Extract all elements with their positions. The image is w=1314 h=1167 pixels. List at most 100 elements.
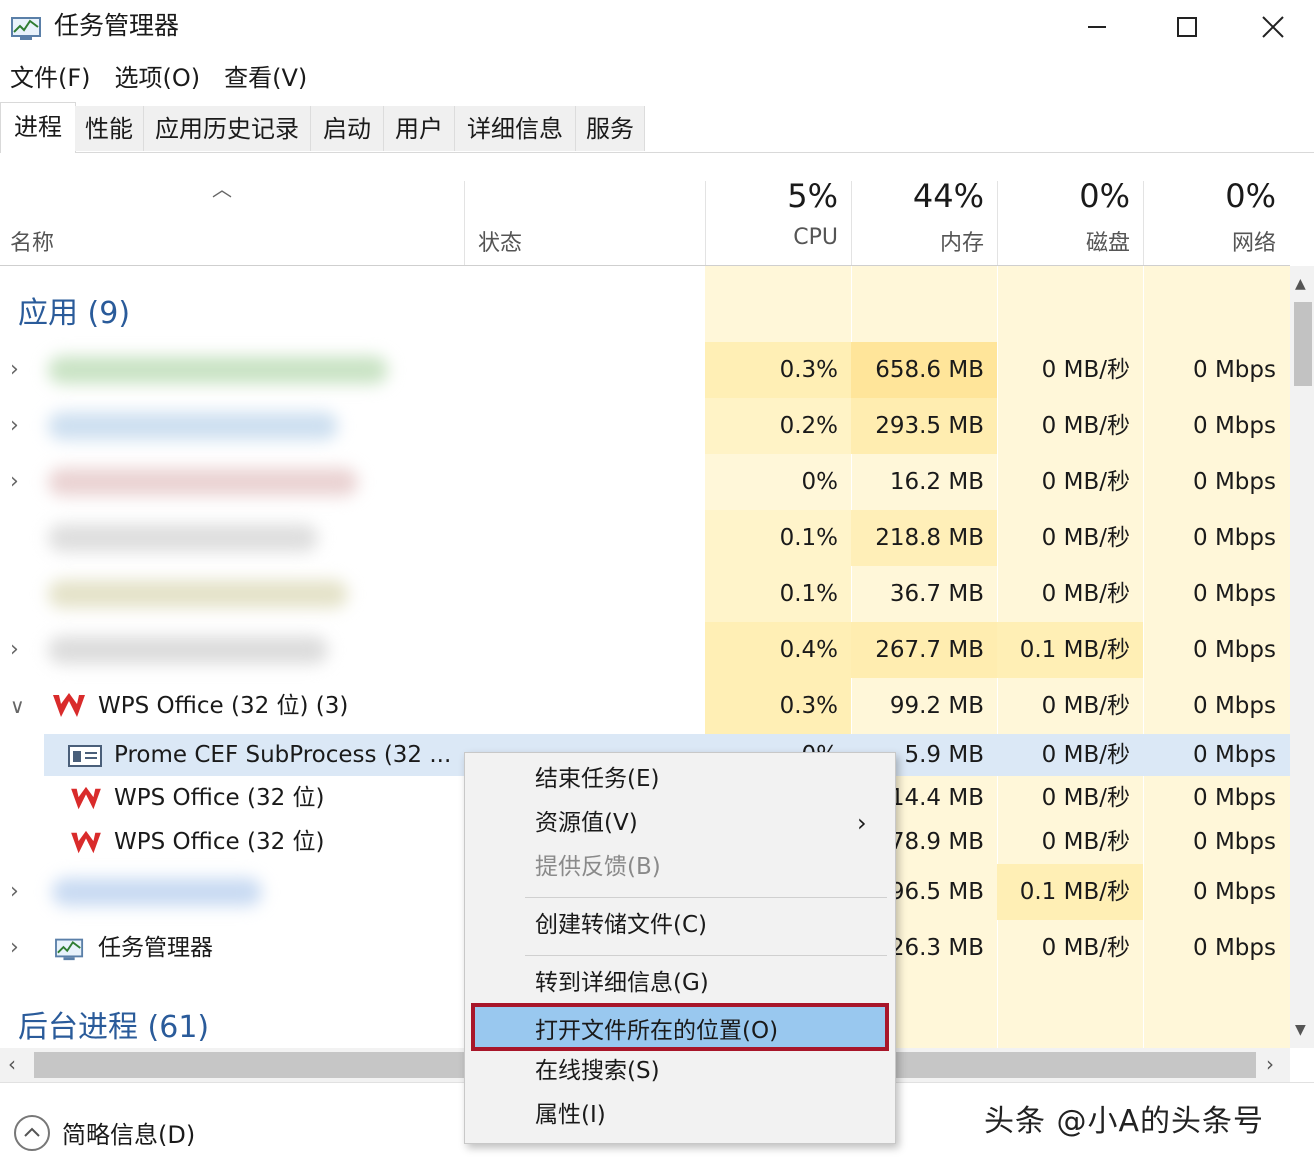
cpu-value: 0.3% (779, 357, 838, 383)
column-disk[interactable]: 磁盘 (998, 225, 1130, 257)
minimize-icon (1088, 26, 1106, 28)
network-value: 0 Mbps (1193, 693, 1276, 719)
menu-item-create-dump[interactable]: 创建转储文件(C) (465, 903, 895, 947)
menu-item-label: 提供反馈(B) (535, 854, 661, 880)
cpu-value: 0.2% (779, 413, 838, 439)
tab-processes[interactable]: 进程 (0, 102, 76, 154)
memory-value: 218.8 MB (875, 525, 984, 551)
column-status[interactable]: 状态 (478, 225, 522, 257)
network-value: 0 Mbps (1193, 637, 1276, 663)
tab-app-history[interactable]: 应用历史记录 (144, 106, 311, 151)
wps-icon (52, 692, 86, 724)
cpu-value: 0% (801, 469, 839, 495)
network-value: 0 Mbps (1193, 785, 1276, 811)
table-row[interactable]: 0.1% 36.7 MB 0 MB/秒 0 Mbps (0, 566, 1290, 622)
network-value: 0 Mbps (1193, 469, 1276, 495)
maximize-button[interactable] (1142, 0, 1232, 54)
menu-item-label: 属性(I) (535, 1102, 606, 1128)
minimize-button[interactable] (1052, 0, 1142, 54)
window-title: 任务管理器 (54, 11, 180, 40)
disk-value: 0.1 MB/秒 (1019, 879, 1130, 905)
tab-bar: 进程 性能 应用历史记录 启动 用户 详细信息 服务 (0, 102, 1314, 154)
disk-value: 0 MB/秒 (1041, 525, 1130, 551)
table-row[interactable]: › 0.4% 267.7 MB 0.1 MB/秒 0 Mbps (0, 622, 1290, 678)
scroll-left-icon[interactable]: ‹ (8, 1052, 16, 1076)
column-network-pct[interactable]: 0% (1144, 177, 1276, 215)
menu-item-label: 打开文件所在的位置(O) (535, 1018, 779, 1044)
column-memory[interactable]: 内存 (852, 225, 984, 257)
close-icon (1262, 16, 1284, 38)
menu-options[interactable]: 选项(O) (105, 56, 215, 100)
chevron-right-icon[interactable]: › (10, 920, 19, 976)
disk-value: 0 MB/秒 (1041, 935, 1130, 961)
disk-value: 0 MB/秒 (1041, 693, 1130, 719)
disk-value: 0 MB/秒 (1041, 357, 1130, 383)
scroll-down-icon[interactable]: ▼ (1295, 1022, 1306, 1038)
table-row[interactable]: 0.1% 218.8 MB 0 MB/秒 0 Mbps (0, 510, 1290, 566)
window-app-icon (68, 745, 102, 771)
network-value: 0 Mbps (1193, 742, 1276, 768)
chevron-right-icon[interactable]: › (10, 342, 19, 398)
menu-file[interactable]: 文件(F) (0, 56, 105, 100)
memory-value: 267.7 MB (875, 637, 984, 663)
context-menu: 结束任务(E) 资源值(V) › 提供反馈(B) 创建转储文件(C) 转到详细信息… (464, 752, 896, 1144)
cpu-value: 0.1% (779, 581, 838, 607)
wps-icon (70, 830, 102, 860)
process-name: WPS Office (32 位) (114, 785, 325, 811)
table-row-wps-group[interactable]: ∨ WPS Office (32 位) (3) 0.3% 99.2 MB 0 M… (0, 678, 1290, 734)
disk-value: 0 MB/秒 (1041, 413, 1130, 439)
menu-view[interactable]: 查看(V) (214, 56, 321, 100)
cpu-value: 0.3% (779, 693, 838, 719)
process-name: 任务管理器 (98, 935, 213, 961)
chevron-down-icon[interactable]: ∨ (10, 678, 25, 734)
menu-item-label: 创建转储文件(C) (535, 912, 708, 938)
menu-item-end-task[interactable]: 结束任务(E) (465, 757, 895, 801)
column-name[interactable]: 名称 (10, 225, 54, 257)
chevron-right-icon[interactable]: › (10, 622, 19, 678)
title-bar: 任务管理器 (0, 0, 1314, 54)
disk-value: 0 MB/秒 (1041, 829, 1130, 855)
disk-value: 0 MB/秒 (1041, 581, 1130, 607)
menu-item-resource-values[interactable]: 资源值(V) › (465, 801, 895, 845)
task-manager-icon (54, 934, 86, 966)
menu-item-label: 资源值(V) (535, 810, 638, 836)
table-row[interactable]: › 0% 16.2 MB 0 MB/秒 0 Mbps (0, 454, 1290, 510)
chevron-right-icon[interactable]: › (10, 454, 19, 510)
table-row[interactable]: › 0.3% 658.6 MB 0 MB/秒 0 Mbps (0, 342, 1290, 398)
column-network[interactable]: 网络 (1144, 225, 1276, 257)
chevron-up-circle-icon[interactable] (14, 1115, 50, 1151)
column-cpu-pct[interactable]: 5% (706, 177, 838, 215)
column-cpu[interactable]: CPU (706, 225, 838, 250)
tab-startup[interactable]: 启动 (311, 106, 384, 151)
menu-item-properties[interactable]: 属性(I) (465, 1093, 895, 1137)
tab-details[interactable]: 详细信息 (455, 106, 576, 151)
column-disk-pct[interactable]: 0% (998, 177, 1130, 215)
menu-item-open-file-location[interactable]: 打开文件所在的位置(O) (471, 1003, 889, 1051)
network-value: 0 Mbps (1193, 879, 1276, 905)
less-details-link[interactable]: 简略信息(D) (62, 1115, 195, 1150)
menu-bar: 文件(F) 选项(O) 查看(V) (0, 56, 321, 100)
close-button[interactable] (1232, 0, 1314, 54)
menu-item-go-to-details[interactable]: 转到详细信息(G) (465, 961, 895, 1005)
group-apps: 应用 (9) (18, 296, 131, 331)
tab-users[interactable]: 用户 (384, 106, 455, 151)
process-name: Prome CEF SubProcess (32 ... (114, 742, 452, 768)
chevron-right-icon[interactable]: › (10, 864, 19, 920)
network-value: 0 Mbps (1193, 581, 1276, 607)
disk-value: 0 MB/秒 (1041, 742, 1130, 768)
table-row[interactable]: › 0.2% 293.5 MB 0 MB/秒 0 Mbps (0, 398, 1290, 454)
tab-services[interactable]: 服务 (576, 106, 645, 151)
menu-item-search-online[interactable]: 在线搜索(S) (465, 1049, 895, 1093)
chevron-right-icon[interactable]: › (10, 398, 19, 454)
column-memory-pct[interactable]: 44% (852, 177, 984, 215)
group-background: 后台进程 (61) (18, 1010, 210, 1045)
column-header: ︿ 名称 状态 5% CPU 44% 内存 0% 磁盘 0% 网络 (0, 153, 1290, 266)
scroll-up-icon[interactable]: ▲ (1295, 276, 1306, 292)
watermark: 头条 @小A的头条号 (984, 1104, 1265, 1139)
cpu-value: 0.1% (779, 525, 838, 551)
chevron-right-icon: › (857, 809, 867, 837)
vertical-scroll-thumb[interactable] (1294, 302, 1312, 386)
menu-item-label: 转到详细信息(G) (535, 970, 709, 996)
tab-performance[interactable]: 性能 (75, 106, 144, 151)
scroll-right-icon[interactable]: › (1266, 1052, 1274, 1076)
